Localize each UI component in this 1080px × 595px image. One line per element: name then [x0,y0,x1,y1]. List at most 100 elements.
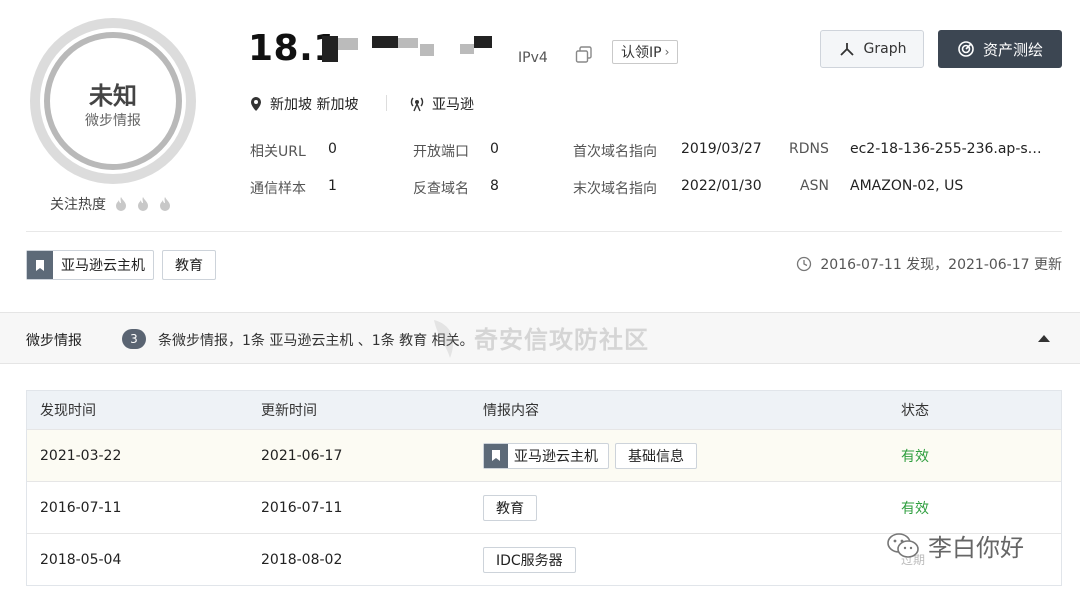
intel-content: 亚马逊云主机 基础信息 [483,442,703,469]
found-date: 2021-03-22 [40,447,122,464]
meta-key: 通信样本 [250,181,306,197]
meta-value: 2022/01/30 [681,178,762,194]
tag-amazon-cloud-host[interactable]: 亚马逊云主机 [26,250,154,280]
meta-last-dns: 末次域名指向 [573,178,657,198]
tag-label: 亚马逊云主机 [61,258,145,274]
divider [386,95,387,111]
meta-rdns: RDNS [789,141,829,157]
meta-asn: ASN [800,178,829,194]
section-divider [26,231,1062,232]
isp: 亚马逊 [410,94,474,114]
meta-open-port-value[interactable]: 0 [490,141,499,157]
graph-button[interactable]: Graph [820,30,924,68]
found-date: 2018-05-04 [40,551,122,568]
threat-score-ring: 未知 微步情报 [30,18,196,184]
column-header: 发现时间 [40,403,96,419]
location-text: 新加坡 新加坡 [270,97,359,113]
updated-date: 2016-07-11 [261,499,343,516]
meta-last-dns-value: 2022/01/30 [681,178,762,194]
graph-label: Graph [863,41,907,57]
updated-date: 2021-06-17 [261,447,343,464]
meta-value[interactable]: AMAZON-02, US [850,178,963,194]
meta-open-port: 开放端口 [413,141,469,161]
table-row: 2016-07-11 2016-07-11 教育 有效 [27,481,1061,533]
meta-asn-value[interactable]: AMAZON-02, US [850,178,963,194]
score-subtitle: 微步情报 [85,113,141,129]
intel-count-badge: 3 [122,329,146,349]
watermark-text: 奇安信攻防社区 [474,326,649,354]
column-header: 状态 [901,403,929,419]
meta-key: 相关URL [250,144,306,160]
tag-label: IDC服务器 [496,552,563,569]
tag-label: 教育 [496,500,524,517]
tag-label: 教育 [175,258,203,274]
asset-mapping-label: 资产测绘 [982,40,1043,59]
tag-label: 亚马逊云主机 [514,448,598,465]
column-header: 情报内容 [483,403,539,419]
chevron-right-icon: › [664,45,670,59]
meta-first-dns-value: 2019/03/27 [681,141,762,157]
meta-rdns-value[interactable]: ec2-18-136-255-236.ap-s… [850,141,1042,157]
radar-icon [958,41,974,57]
score-title: 未知 [89,82,137,110]
copy-icon[interactable] [574,45,594,65]
meta-value[interactable]: 8 [490,178,499,194]
column-header: 更新时间 [261,403,317,419]
found-updated-info: 2016-07-11 发现，2021-06-17 更新 [796,254,1062,274]
wechat-icon [887,532,919,558]
tag-idc-server[interactable]: IDC服务器 [483,546,576,573]
graph-icon [839,43,854,56]
flame-icon [160,197,170,211]
caret-up-icon[interactable] [1038,335,1050,342]
meta-comm-samples: 通信样本 [250,178,306,198]
meta-comm-samples-value[interactable]: 1 [328,178,337,194]
intel-title: 微步情报 [26,333,82,349]
meta-related-url: 相关URL [250,141,306,161]
meta-key: ASN [800,178,829,194]
meta-value[interactable]: ec2-18-136-255-236.ap-s… [850,141,1042,157]
tag-label: 基础信息 [628,448,684,465]
ip-profile-panel: 未知 微步情报 关注热度 18.1 IPv4 认领IP › Graph 资产测绘… [0,0,1080,312]
table-row: 2021-03-22 2021-06-17 亚马逊云主机 基础信息 有效 [27,429,1061,481]
ip-type: IPv4 [518,50,548,66]
asset-mapping-button[interactable]: 资产测绘 [938,30,1062,68]
intel-content: 教育 [483,494,543,521]
meta-value[interactable]: 0 [328,141,337,157]
meta-related-url-value[interactable]: 0 [328,141,337,157]
location-pin-icon [251,97,261,111]
meta-key: 反查域名 [413,181,469,197]
meta-key: 开放端口 [413,144,469,160]
tag-education[interactable]: 教育 [162,250,216,280]
tag-education[interactable]: 教育 [483,494,537,521]
location: 新加坡 新加坡 [250,94,358,114]
bookmark-icon [484,443,508,468]
watermark-logo-icon [434,320,454,358]
meta-key: 首次域名指向 [573,144,657,160]
antenna-icon [410,97,424,112]
meta-key: 末次域名指向 [573,181,657,197]
claim-ip-label: 认领IP [621,45,662,61]
found-updated-text: 2016-07-11 发现，2021-06-17 更新 [820,257,1062,273]
bookmark-icon [27,251,53,279]
meta-value[interactable]: 0 [490,141,499,157]
wechat-account-name: 李白你好 [928,534,1024,562]
isp-text: 亚马逊 [432,97,474,113]
found-date: 2016-07-11 [40,499,122,516]
meta-reverse-domains: 反查域名 [413,178,469,198]
updated-date: 2018-08-02 [261,551,343,568]
claim-ip-button[interactable]: 认领IP › [612,40,679,64]
status-valid: 有效 [901,448,929,465]
meta-key: RDNS [789,141,829,157]
meta-reverse-domains-value[interactable]: 8 [490,178,499,194]
table-header: 发现时间 更新时间 情报内容 状态 [27,391,1061,429]
wechat-watermark: 李白你好 [886,528,1024,563]
clock-icon [797,256,812,272]
status-valid: 有效 [901,500,929,517]
meta-first-dns: 首次域名指向 [573,141,657,161]
flame-icon [116,197,126,211]
flame-icon [138,197,148,211]
meta-value[interactable]: 1 [328,178,337,194]
heat-label: 关注热度 [50,197,106,213]
tag-basic-info[interactable]: 基础信息 [615,442,697,469]
tag-amazon-cloud-host[interactable]: 亚马逊云主机 [483,442,609,469]
